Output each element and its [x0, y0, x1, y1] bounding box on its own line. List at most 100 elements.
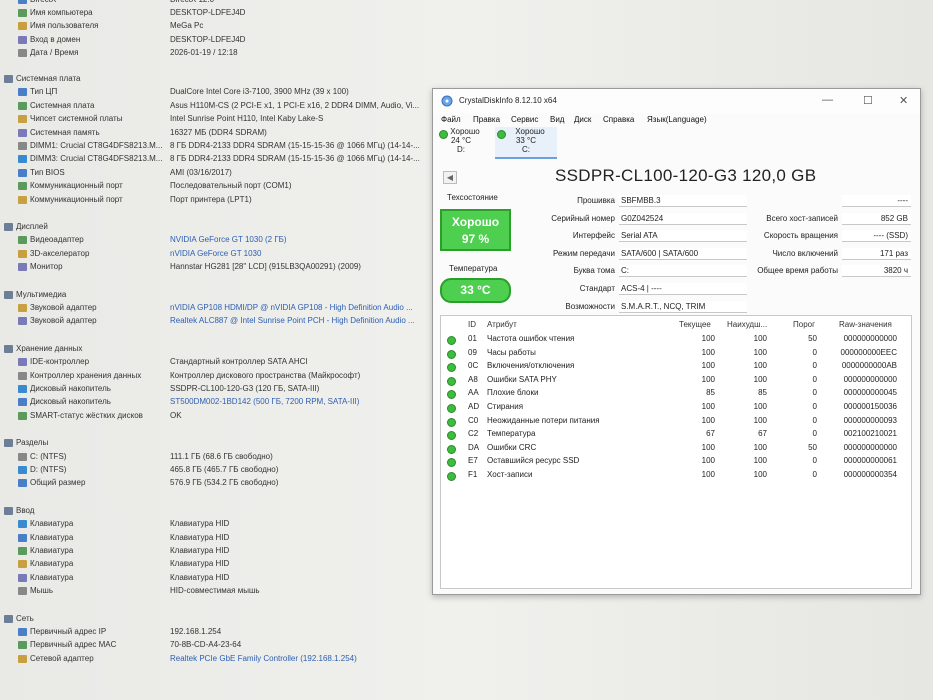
menu-item[interactable]: Справка — [603, 115, 634, 124]
item-icon — [18, 0, 27, 4]
summary-value: 465.8 ГБ (465.7 ГБ свободно) — [170, 465, 279, 474]
field-label: Скорость вращения — [763, 231, 838, 241]
menu-item[interactable]: Вид — [550, 115, 564, 124]
menu-bar: Файл Правка Сервис Вид Диск Справка Язык(Langu… — [433, 113, 920, 127]
smart-cell: 100 — [753, 442, 767, 452]
smart-row[interactable]: AD Стирания 100 100 0 000000150036 — [441, 401, 909, 414]
disk-tab-c[interactable]: Хорошо 33 °C C: — [495, 127, 557, 159]
smart-cell: 0 — [812, 429, 817, 439]
close-button[interactable]: ✕ — [899, 94, 908, 107]
field-label: Прошивка — [577, 196, 615, 205]
smart-row[interactable]: F1 Хост-записи 100 100 0 000000000354 — [441, 469, 909, 482]
summary-label: 3D-акселератор — [30, 248, 90, 258]
item-icon — [18, 48, 27, 57]
field-value: 171 раз — [842, 247, 911, 260]
field-value: SBFMBB.3 — [619, 195, 747, 207]
smart-cell: 000000000000 — [843, 374, 897, 384]
status-dot-icon — [447, 336, 456, 345]
maximize-button[interactable]: ☐ — [863, 94, 873, 107]
smart-cell: 000000000EEC — [840, 347, 898, 357]
summary-value[interactable]: nVIDIA GP108 HDMI/DP @ nVIDIA GP108 - Hi… — [170, 302, 413, 314]
item-icon — [18, 411, 27, 420]
item-icon — [18, 533, 27, 542]
column-header[interactable]: ID — [468, 320, 476, 329]
smart-cell: 50 — [808, 334, 817, 343]
smart-cell: 000000000061 — [843, 456, 897, 466]
smart-cell: Хост-записи — [487, 470, 533, 479]
summary-group-title: Ввод — [16, 505, 35, 515]
smart-cell: Плохие блоки — [487, 388, 539, 398]
summary-label: Клавиатура — [30, 519, 74, 529]
menu-item[interactable]: Файл — [441, 115, 461, 124]
smart-cell: 85 — [706, 388, 715, 398]
summary-value: DirectX 12.0 — [170, 0, 214, 6]
field-label: Режим передачи — [553, 248, 615, 258]
item-icon — [18, 573, 27, 582]
smart-cell: 0 — [812, 347, 817, 357]
smart-row[interactable]: E7 Оставшийся ресурс SSD 100 100 0 0000000000… — [441, 455, 909, 468]
summary-value[interactable]: NVIDIA GeForce GT 1030 (2 ГБ) — [170, 234, 287, 246]
field-value: SATA/600 | SATA/600 — [619, 247, 747, 260]
minimize-button[interactable]: — — [822, 94, 833, 106]
column-header[interactable]: Текущее — [679, 320, 711, 329]
temperature-badge: 33 °C — [440, 278, 511, 303]
summary-label: Первичный адрес MAC — [30, 640, 117, 650]
summary-value: Стандартный контроллер SATA AHCI — [170, 357, 308, 367]
column-header[interactable]: Порог — [793, 320, 815, 329]
smart-cell: 000000150036 — [843, 402, 897, 411]
smart-cell: Стирания — [487, 402, 524, 411]
smart-cell: 100 — [753, 456, 767, 466]
smart-row[interactable]: 0C Включения/отключения 100 100 0 0000000000A… — [441, 360, 909, 373]
smart-cell: 0 — [812, 470, 817, 479]
disk-tab-d[interactable]: Хорошо 24 °C D: — [437, 127, 485, 157]
health-percent-text: 97 % — [461, 232, 490, 246]
smart-cell: 000000000000 — [843, 334, 897, 343]
summary-value[interactable]: nVIDIA GeForce GT 1030 — [170, 248, 261, 260]
menu-item[interactable]: Правка — [473, 115, 500, 124]
summary-label: Клавиатура — [30, 572, 74, 582]
smart-cell: 0C — [468, 361, 479, 371]
status-dot-icon — [447, 363, 456, 373]
summary-value[interactable]: ST500DM002-1BD142 (500 ГБ, 7200 RPM, SAT… — [170, 396, 359, 408]
smart-row[interactable]: DA Ошибки CRC 100 100 50 000000000000 — [441, 442, 909, 455]
field-label: Всего хост-записей — [766, 213, 838, 223]
smart-row[interactable]: C0 Неожиданные потери питания 100 100 0 00000… — [441, 415, 909, 428]
status-dot-icon — [447, 390, 456, 400]
item-icon — [18, 22, 27, 31]
menu-item[interactable]: Диск — [574, 115, 591, 124]
summary-value: Контроллер дискового пространства (Майкр… — [170, 370, 361, 380]
column-header[interactable]: Raw-значения — [839, 320, 892, 329]
field-value: ACS-4 | ---- — [619, 283, 747, 295]
smart-cell: 000000000045 — [843, 388, 897, 398]
smart-cell: 100 — [701, 347, 715, 357]
summary-label: Вход в домен — [30, 34, 81, 44]
smart-cell: Температура — [487, 429, 536, 439]
smart-row[interactable]: AA Плохие блоки 85 85 0 000000000045 — [441, 387, 909, 400]
status-dot-icon — [447, 349, 456, 359]
previous-disk-button[interactable]: ◀ — [443, 171, 457, 184]
smart-attributes-table[interactable]: ID Атрибут Текущее Наихудш... Порог Raw-значе… — [440, 315, 912, 589]
summary-group-title: Сеть — [16, 613, 34, 623]
smart-row[interactable]: 09 Часы работы 100 100 0 000000000EEC — [441, 347, 909, 360]
menu-item[interactable]: Язык(Language) — [647, 115, 707, 124]
summary-label: Дисковый накопитель — [30, 384, 111, 393]
summary-value[interactable]: Realtek ALC887 @ Intel Sunrise Point PCH… — [170, 315, 415, 327]
smart-cell: Частота ошибок чтения — [487, 334, 575, 343]
summary-value: SSDPR-CL100-120-G3 (120 ГБ, SATA-III) — [170, 384, 320, 393]
smart-row[interactable]: 01 Частота ошибок чтения 100 100 50 000000000… — [441, 333, 909, 346]
summary-value[interactable]: Realtek PCIe GbE Family Controller (192.… — [170, 653, 357, 665]
summary-value: DESKTOP-LDFEJ4D — [170, 8, 246, 18]
disk-status: Хорошо — [515, 127, 545, 136]
column-header[interactable]: Атрибут — [487, 320, 517, 329]
status-dot-icon — [447, 444, 456, 454]
summary-group-title: Системная плата — [16, 74, 81, 83]
column-header[interactable]: Наихудш... — [727, 320, 767, 329]
summary-label: Имя компьютера — [30, 8, 93, 18]
item-icon — [18, 115, 27, 124]
item-icon — [18, 182, 27, 191]
smart-row[interactable]: A8 Ошибки SATA PHY 100 100 0 000000000000 — [441, 374, 909, 387]
item-icon — [18, 101, 27, 110]
menu-item[interactable]: Сервис — [511, 115, 538, 124]
smart-row[interactable]: C2 Температура 67 67 0 002100210021 — [441, 428, 909, 441]
summary-value: OK — [170, 410, 182, 420]
